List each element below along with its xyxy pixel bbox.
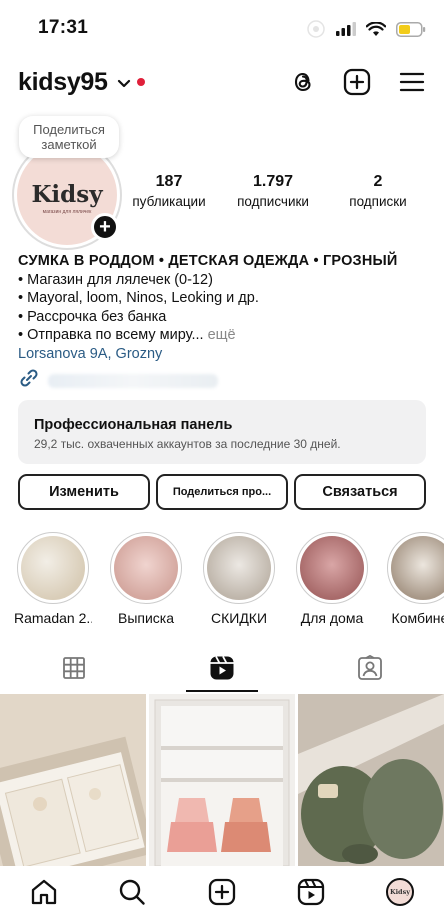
grid-icon bbox=[62, 656, 86, 685]
bio-line: • Магазин для лялечек (0-12) bbox=[18, 271, 213, 288]
notification-dot bbox=[137, 78, 145, 86]
tagged-icon bbox=[357, 654, 383, 686]
bio-more-link[interactable]: ещё bbox=[208, 327, 236, 343]
grid-post[interactable] bbox=[0, 694, 146, 866]
bio-line: • Mayoral, loom, Ninos, Leoking и др. bbox=[18, 290, 259, 306]
highlight-label: Выписка bbox=[117, 610, 175, 626]
chevron-down-icon[interactable] bbox=[117, 76, 131, 94]
highlight-label: Для дома bbox=[300, 610, 364, 626]
bio-line: • Рассрочка без банка bbox=[18, 308, 167, 325]
location-link[interactable]: Lorsanova 9A, Grozny bbox=[18, 345, 428, 364]
stat-posts-label: публикации bbox=[132, 194, 206, 209]
note-bubble[interactable]: Поделиться заметкой bbox=[19, 116, 119, 158]
post-thumbnail-knit-set bbox=[298, 694, 444, 866]
status-time: 17:31 bbox=[38, 17, 89, 38]
bottom-navigation: Kidsy bbox=[0, 866, 444, 910]
highlight-dlya-doma[interactable]: Для дома bbox=[293, 532, 371, 626]
add-story-plus-icon[interactable]: + bbox=[91, 213, 119, 241]
avatar: Kidsy bbox=[386, 878, 414, 906]
reels-icon bbox=[209, 655, 235, 686]
tab-posts[interactable] bbox=[0, 648, 148, 692]
professional-dashboard[interactable]: Профессиональная панель 29,2 тыс. охваче… bbox=[18, 400, 426, 464]
highlight-image bbox=[114, 536, 178, 600]
battery-icon bbox=[396, 21, 426, 37]
stat-followers-value: 1.797 bbox=[252, 173, 294, 190]
stat-posts-value: 187 bbox=[155, 173, 183, 190]
highlight-vypiska[interactable]: Выписка bbox=[107, 532, 185, 626]
posts-grid bbox=[0, 694, 444, 866]
search-icon[interactable] bbox=[117, 877, 147, 907]
profile-nav-avatar[interactable]: Kidsy bbox=[385, 877, 415, 907]
avatar-logo: Kidsy bbox=[31, 181, 103, 208]
share-profile-button[interactable]: Поделиться про... bbox=[156, 474, 288, 510]
post-thumbnail-gift-box bbox=[0, 694, 146, 866]
status-bar: 17:31 bbox=[0, 0, 444, 56]
grid-post[interactable] bbox=[149, 694, 295, 866]
highlight-image bbox=[300, 536, 364, 600]
threads-icon[interactable] bbox=[289, 68, 317, 96]
reels-nav-icon[interactable] bbox=[296, 877, 326, 907]
highlight-image bbox=[207, 536, 271, 600]
username[interactable]: kidsy95 bbox=[18, 68, 108, 97]
contact-button[interactable]: Связаться bbox=[294, 474, 426, 510]
content-tabs bbox=[0, 648, 444, 692]
highlight-ramadan[interactable]: Ramadan 2... bbox=[14, 532, 92, 626]
post-thumbnail-shelf bbox=[149, 694, 295, 866]
stat-followers-label: подписчики bbox=[237, 194, 309, 209]
camera-indicator-icon bbox=[306, 19, 326, 39]
highlight-kombinez[interactable]: Комбинез bbox=[384, 532, 444, 626]
active-tab-indicator bbox=[186, 690, 258, 692]
bio: СУМКА В РОДДОМ • ДЕТСКАЯ ОДЕЖДА • ГРОЗНЫ… bbox=[18, 252, 428, 395]
highlight-label: СКИДКИ bbox=[210, 610, 268, 626]
tab-tagged[interactable] bbox=[296, 648, 444, 692]
website-link-blurred bbox=[48, 373, 218, 388]
tab-reels[interactable] bbox=[148, 648, 296, 692]
home-icon[interactable] bbox=[29, 877, 59, 907]
highlight-image bbox=[21, 536, 85, 600]
profile-header: kidsy95 bbox=[0, 62, 444, 106]
highlight-skidki[interactable]: СКИДКИ bbox=[200, 532, 278, 626]
avatar-caption: магазин для ляличек bbox=[42, 209, 92, 215]
highlight-image bbox=[391, 536, 444, 600]
menu-icon[interactable] bbox=[398, 68, 426, 96]
pro-panel-title: Профессиональная панель bbox=[34, 417, 233, 433]
bio-line: • Отправка по всему миру... bbox=[18, 327, 204, 343]
stat-following-value: 2 bbox=[373, 173, 383, 190]
wifi-icon bbox=[366, 21, 386, 37]
bio-line-last: • Отправка по всему миру... ещё bbox=[18, 326, 428, 345]
bio-title: СУМКА В РОДДОМ • ДЕТСКАЯ ОДЕЖДА • ГРОЗНЫ… bbox=[18, 253, 398, 269]
signal-icon bbox=[336, 22, 356, 36]
create-icon[interactable] bbox=[207, 877, 237, 907]
link-icon bbox=[18, 367, 40, 395]
status-icons bbox=[306, 19, 426, 39]
grid-post[interactable] bbox=[298, 694, 444, 866]
pro-panel-subtitle: 29,2 тыс. охваченных аккаунтов за послед… bbox=[34, 437, 341, 451]
highlight-label: Ramadan 2... bbox=[14, 610, 92, 626]
stat-posts[interactable]: 187 публикации bbox=[128, 173, 210, 209]
stat-following[interactable]: 2 подписки bbox=[340, 173, 416, 209]
website-link[interactable] bbox=[18, 367, 428, 395]
highlight-label: Комбинез bbox=[391, 610, 444, 626]
stat-followers[interactable]: 1.797 подписчики bbox=[228, 173, 318, 209]
edit-profile-button[interactable]: Изменить bbox=[18, 474, 150, 510]
create-plus-icon[interactable] bbox=[343, 68, 371, 96]
stat-following-label: подписки bbox=[349, 194, 407, 209]
